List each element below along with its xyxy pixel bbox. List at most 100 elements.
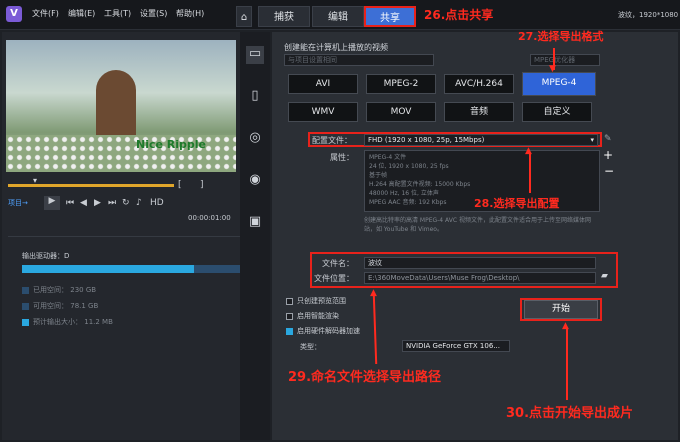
format-wmv[interactable]: WMV [288, 102, 358, 122]
mark-out-icon[interactable]: ] [200, 180, 204, 190]
mpeg-optimizer-option: MPEG优化器 [530, 54, 600, 66]
location-label: 文件位置： [314, 274, 354, 283]
check-hw-accel[interactable]: 启用硬件解码器加速 [286, 326, 360, 336]
prop-line: 基于帧 [369, 172, 388, 179]
checkbox[interactable] [286, 312, 293, 320]
watermark-text: Nice Ripple [136, 138, 207, 151]
menu-file[interactable]: 文件(F) [32, 8, 59, 19]
skip-end-icon[interactable]: ⏭ [108, 198, 116, 208]
disk-row-label: 可用空间： [33, 302, 68, 310]
annotation-28: 28.选择导出配置 [474, 197, 560, 210]
disk-row-label: 已用空间： [33, 286, 68, 294]
web-globe-icon[interactable]: ◎ [246, 130, 264, 148]
profile-value: FHD (1920 x 1080, 25p, 15Mbps) [368, 136, 485, 144]
checkbox[interactable] [286, 297, 293, 305]
start-button[interactable]: 开始 [524, 300, 598, 319]
menu-help[interactable]: 帮助(H) [176, 8, 204, 19]
project-label[interactable]: 项目→ [8, 198, 28, 208]
disk-row-free: 可用空间： 78.1 GB [22, 301, 113, 317]
disc-icon[interactable]: ◉ [246, 172, 264, 190]
format-custom[interactable]: 自定义 [522, 102, 592, 122]
play-icon[interactable]: ▶ [44, 196, 60, 210]
mark-in-icon[interactable]: [ [178, 180, 182, 190]
tab-capture[interactable]: 捕获 [258, 6, 310, 27]
step-forward-icon[interactable]: ▶ [94, 198, 101, 208]
resolution-label: 波纹，1920*1080 [618, 11, 679, 19]
tab-share[interactable]: 共享 [364, 6, 416, 27]
check-smart-render[interactable]: 启用智能渲染 [286, 311, 339, 321]
format-avc-h264[interactable]: AVC/H.264 [444, 74, 514, 94]
check-label: 启用硬件解码器加速 [297, 327, 360, 335]
legend-swatch [22, 318, 29, 326]
format-mpeg4[interactable]: MPEG-4 [522, 72, 596, 96]
disk-row-estimate: 预计输出大小： 11.2 MB [22, 317, 113, 333]
check-preview-range[interactable]: 只创建预览范围 [286, 296, 346, 306]
edit-profile-icon[interactable]: ✎ [604, 134, 612, 144]
annotation-30: 30.点击开始导出成片 [506, 406, 634, 421]
menu-settings[interactable]: 设置(S) [140, 8, 167, 19]
checkbox[interactable] [286, 327, 293, 335]
arrow-30 [566, 328, 568, 400]
share-header: 创建能在计算机上播放的视频 [284, 43, 388, 52]
arrowhead-29: ▲ [370, 288, 377, 298]
preview-window: Nice Ripple [6, 40, 236, 172]
disk-usage-bar [22, 265, 254, 273]
home-icon[interactable]: ⌂ [236, 6, 252, 27]
disk-row-used: 已用空间： 230 GB [22, 285, 113, 301]
disk-row-value: 11.2 MB [84, 318, 113, 326]
annotation-26: 26.点击共享 [424, 8, 494, 22]
folder-icon[interactable]: ▰ [601, 271, 608, 281]
arrowhead-27: ▼ [549, 64, 556, 74]
prop-line: H.264 高配置文件视频: 15000 Kbps [369, 181, 471, 188]
skip-start-icon[interactable]: ⏮ [66, 198, 74, 208]
type-value: NVIDIA GeForce GTX 106... [406, 342, 500, 350]
disk-row-value: 230 GB [70, 286, 97, 294]
disk-rows: 已用空间： 230 GB 可用空间： 78.1 GB 预计输出大小： 11.2 … [22, 285, 113, 333]
scrub-bar[interactable] [8, 184, 174, 187]
arrowhead-28: ▲ [525, 146, 532, 156]
volume-icon[interactable]: ♪ [136, 198, 142, 208]
device-icon[interactable]: ▯ [246, 88, 264, 106]
format-mov[interactable]: MOV [366, 102, 436, 122]
format-mpeg2[interactable]: MPEG-2 [366, 74, 436, 94]
location-input[interactable]: E:\360MoveData\Users\Muse Frog\Desktop\ [364, 272, 596, 284]
prop-line: 24 位, 1920 x 1080, 25 fps [369, 163, 449, 170]
type-dropdown[interactable]: NVIDIA GeForce GTX 106... [402, 340, 510, 352]
format-avi[interactable]: AVI [288, 74, 358, 94]
filename-input[interactable]: 波纹 [364, 257, 596, 269]
disk-usage-panel: 输出驱动器：D 已用空间： 230 GB 可用空间： 78.1 GB 预计输出大… [8, 236, 266, 436]
arrow-28 [529, 153, 531, 193]
properties-label: 属性： [330, 153, 354, 162]
menu-tools[interactable]: 工具(T) [104, 8, 131, 19]
output-drive-label: 输出驱动器：D [22, 252, 70, 260]
disk-row-value: 78.1 GB [70, 302, 99, 310]
legend-swatch [22, 302, 29, 310]
repeat-icon[interactable]: ↻ [122, 198, 130, 208]
prop-line: MPEG-4 文件 [369, 154, 407, 161]
check-label: 启用智能渲染 [297, 312, 339, 320]
menu-bar: V 文件(F) 编辑(E) 工具(T) 设置(S) 帮助(H) ⌂ 捕获 编辑 … [0, 0, 680, 30]
menu-edit[interactable]: 编辑(E) [68, 8, 95, 19]
profile-description: 创建高比特率的高清 MPEG-4 AVC 视频文件，此配置文件适合用于上传至网络… [364, 217, 591, 233]
step-back-icon[interactable]: ◀ [80, 198, 87, 208]
timecode[interactable]: 00:00:01:00 [188, 214, 231, 222]
arrowhead-30: ▲ [562, 321, 569, 331]
filename-label: 文件名： [322, 259, 354, 268]
format-audio[interactable]: 音频 [444, 102, 514, 122]
profile-dropdown[interactable]: FHD (1920 x 1080, 25p, 15Mbps) ▾ [364, 134, 598, 146]
app-logo: V [6, 6, 22, 22]
remove-profile-icon[interactable]: − [604, 164, 614, 178]
3d-icon[interactable]: ▣ [246, 214, 264, 232]
computer-icon[interactable]: ▭ [246, 46, 264, 64]
hd-button[interactable]: HD [150, 198, 164, 208]
check-label: 只创建预览范围 [297, 297, 346, 305]
annotation-29: 29.命名文件选择导出路径 [288, 370, 442, 385]
chevron-down-icon: ▾ [590, 136, 594, 144]
annotation-27: 27.选择导出格式 [518, 30, 604, 43]
add-profile-icon[interactable]: + [603, 148, 613, 162]
profile-label: 配置文件： [312, 136, 352, 145]
tab-edit[interactable]: 编辑 [312, 6, 364, 27]
same-as-project-option: 与项目设置相同 [284, 54, 434, 66]
disk-usage-fill [22, 265, 194, 273]
legend-swatch [22, 286, 29, 294]
